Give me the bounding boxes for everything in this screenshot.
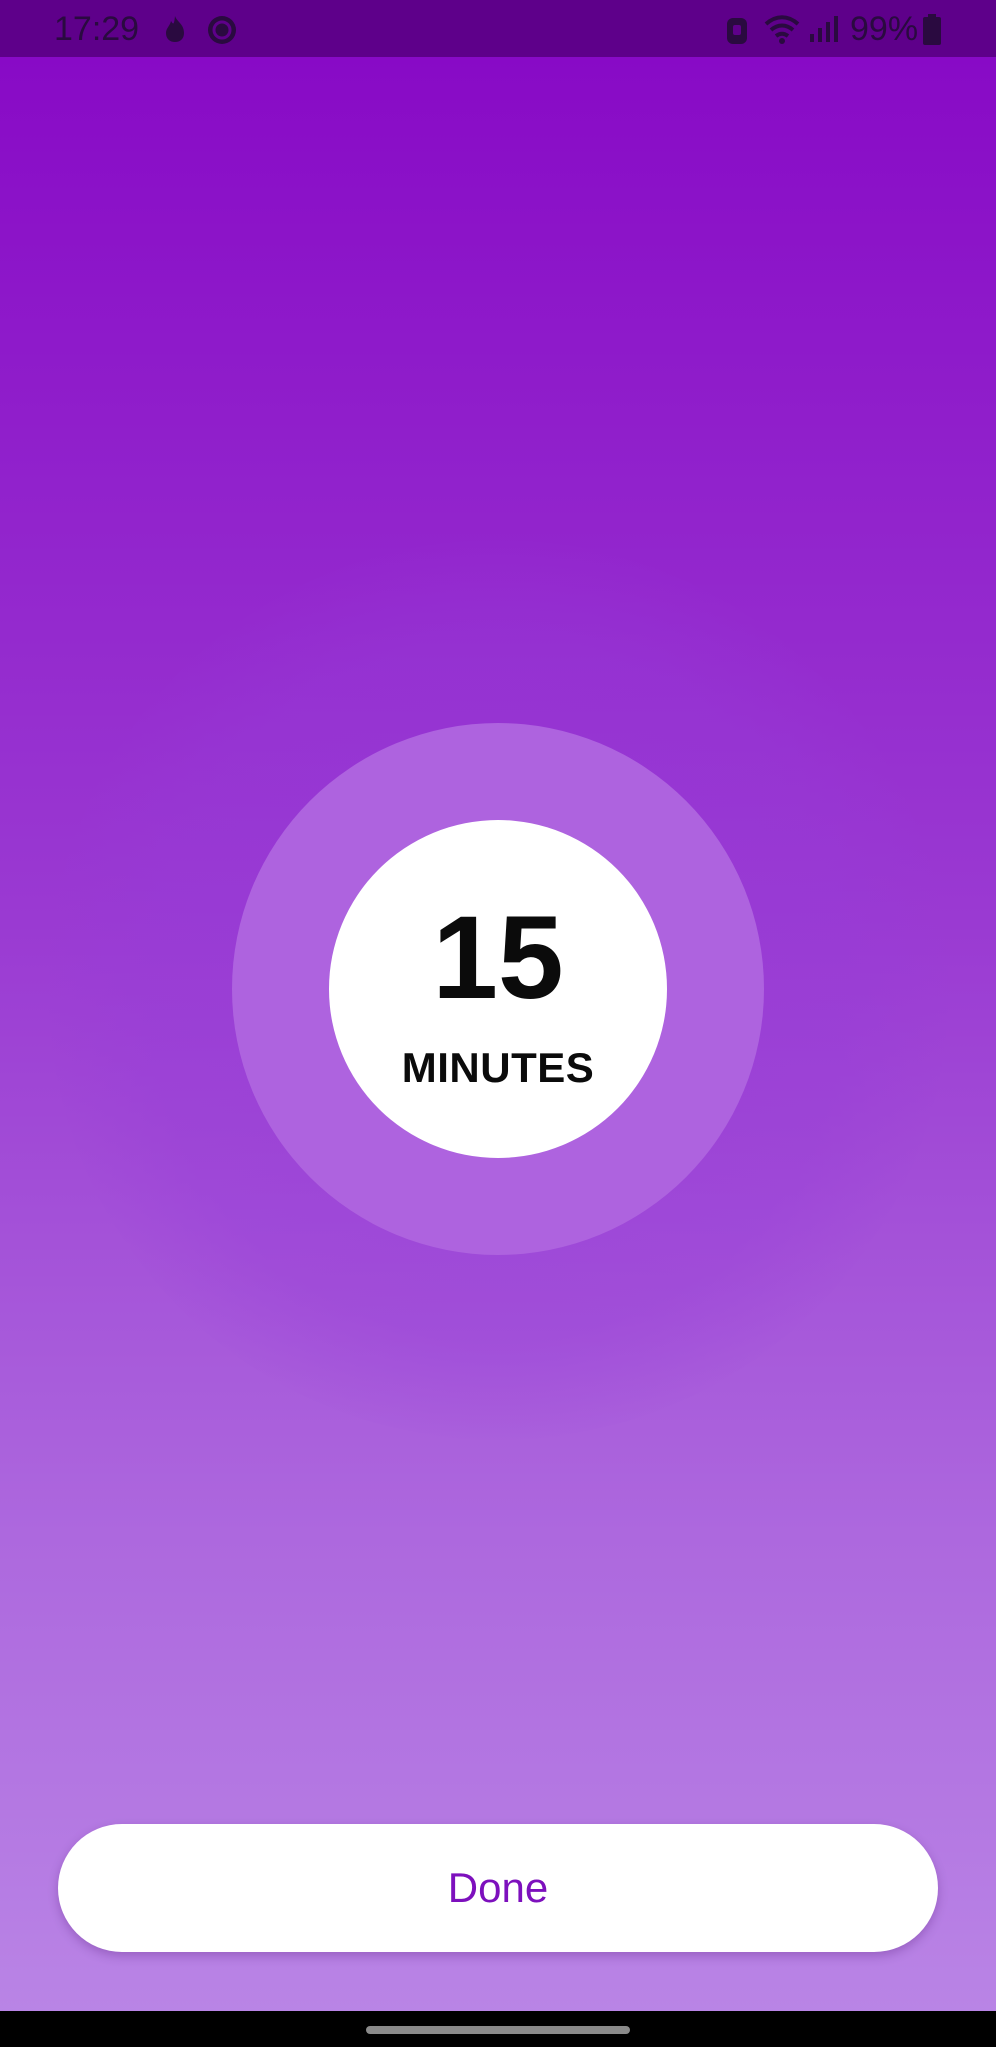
battery-percent: 99% xyxy=(850,10,919,48)
timer-unit-label: MINUTES xyxy=(401,1044,595,1091)
battery-icon xyxy=(922,14,942,51)
timer-display: 15 MINUTES xyxy=(329,820,667,1158)
messaging-notification-icon xyxy=(206,14,238,51)
timer-value: 15 xyxy=(432,892,564,1024)
status-bar: 17:29 99% xyxy=(0,0,996,57)
done-button[interactable]: Done xyxy=(58,1824,938,1952)
wifi-icon xyxy=(764,14,800,49)
navigation-bar xyxy=(0,2011,996,2047)
home-gesture-handle[interactable] xyxy=(366,2026,630,2034)
alarm-icon xyxy=(724,14,750,51)
status-time: 17:29 xyxy=(54,10,140,48)
fire-notification-icon xyxy=(162,14,188,49)
signal-icon xyxy=(808,14,838,49)
